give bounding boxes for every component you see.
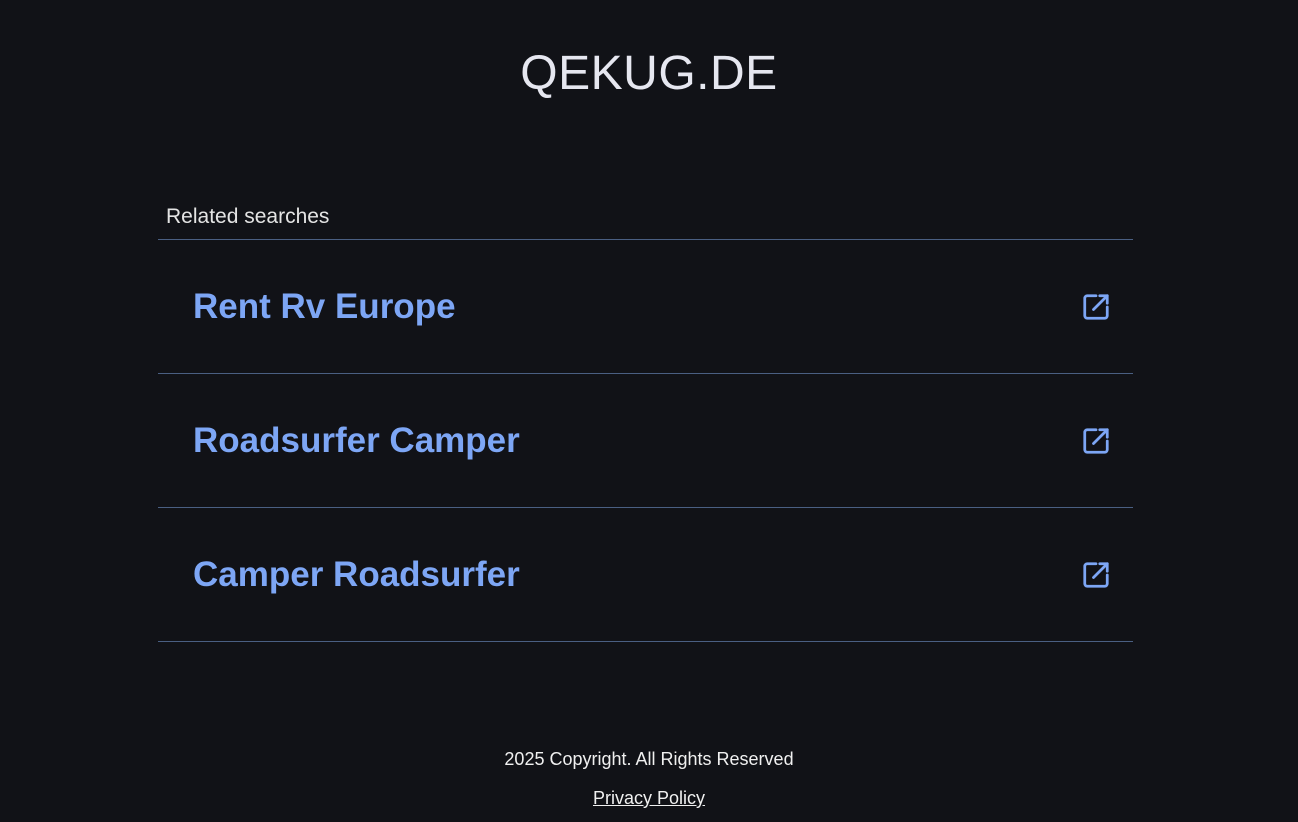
external-link-icon[interactable] xyxy=(1079,424,1113,458)
list-item[interactable]: Camper Roadsurfer xyxy=(158,508,1133,642)
footer: 2025 Copyright. All Rights Reserved Priv… xyxy=(0,747,1298,810)
result-link-rent-rv-europe[interactable]: Rent Rv Europe xyxy=(193,287,456,327)
external-link-icon[interactable] xyxy=(1079,290,1113,324)
list-item[interactable]: Rent Rv Europe xyxy=(158,240,1133,374)
privacy-policy-link[interactable]: Privacy Policy xyxy=(593,786,705,810)
list-item[interactable]: Roadsurfer Camper xyxy=(158,374,1133,508)
site-title: QEKUG.DE xyxy=(520,47,778,100)
external-link-icon[interactable] xyxy=(1079,558,1113,592)
copyright-text: 2025 Copyright. All Rights Reserved xyxy=(504,749,794,769)
result-link-roadsurfer-camper[interactable]: Roadsurfer Camper xyxy=(193,421,520,461)
related-searches-section: Related searches Rent Rv Europe Roadsurf… xyxy=(158,202,1133,642)
related-searches-heading: Related searches xyxy=(158,202,1133,240)
page: QEKUG.DE Related searches Rent Rv Europe… xyxy=(0,0,1298,822)
result-link-camper-roadsurfer[interactable]: Camper Roadsurfer xyxy=(193,555,520,595)
related-searches-list: Rent Rv Europe Roadsurfer Camper Camper … xyxy=(158,240,1133,642)
